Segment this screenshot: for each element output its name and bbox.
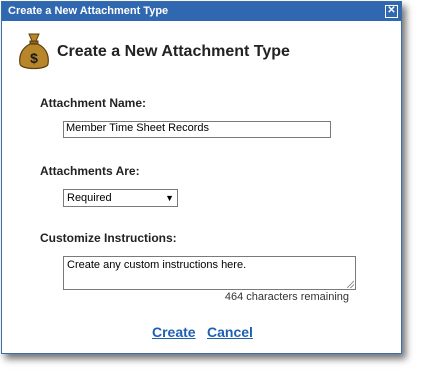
page-title: Create a New Attachment Type <box>57 43 290 60</box>
instructions-textarea[interactable]: Create any custom instructions here. <box>63 256 356 290</box>
create-button[interactable]: Create <box>152 324 196 340</box>
resize-grip-icon[interactable] <box>347 281 354 288</box>
attachment-name-label: Attachment Name: <box>40 96 147 110</box>
attachments-are-label: Attachments Are: <box>40 164 140 178</box>
dialog-header: $ Create a New Attachment Type <box>17 32 290 72</box>
attachments-are-select[interactable]: Required ▼ <box>63 189 178 207</box>
money-bag-icon: $ <box>19 33 49 70</box>
customize-instructions-label: Customize Instructions: <box>40 231 177 245</box>
cancel-button[interactable]: Cancel <box>207 324 253 340</box>
window-title: Create a New Attachment Type <box>8 5 169 17</box>
attachment-name-input[interactable]: Member Time Sheet Records <box>63 121 331 138</box>
characters-remaining: 464 characters remaining <box>224 291 349 303</box>
instructions-value: Create any custom instructions here. <box>67 259 247 271</box>
svg-text:$: $ <box>30 50 38 66</box>
create-attachment-type-dialog: Create a New Attachment Type ✕ $ Create … <box>1 1 402 354</box>
close-icon[interactable]: ✕ <box>385 5 398 18</box>
attachments-are-value: Required <box>67 192 112 204</box>
chevron-down-icon: ▼ <box>165 193 174 203</box>
attachment-name-value: Member Time Sheet Records <box>66 122 210 134</box>
titlebar: Create a New Attachment Type ✕ <box>2 2 401 21</box>
